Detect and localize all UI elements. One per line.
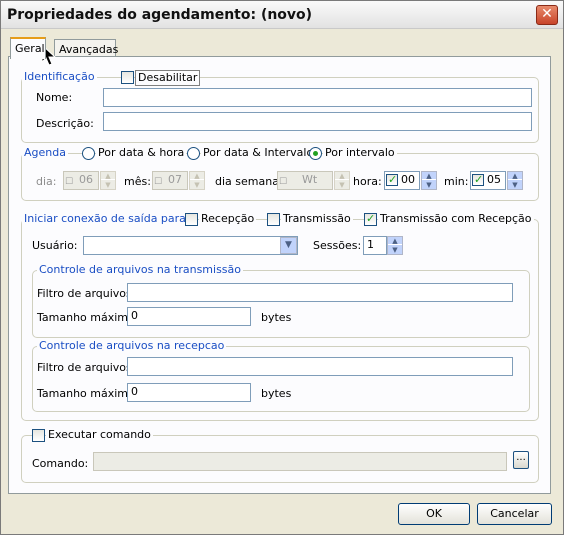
mes-input[interactable]: ☐ 07 (152, 171, 188, 190)
dia-semana-spinner[interactable]: ▲ ▼ (334, 171, 350, 190)
recepcao-control-legend: Controle de arquivos na recepcao (37, 339, 227, 353)
trans-rec-label[interactable]: Transmissão com Recepção (378, 212, 534, 226)
recepcao-tamanho-label: Tamanho máximo: (37, 387, 139, 400)
radio-por-intervalo-label[interactable]: Por intervalo (323, 146, 397, 160)
sessoes-label: Sessões: (313, 239, 362, 252)
hora-label: hora: (353, 175, 382, 188)
recepcao-filtro-input[interactable] (127, 357, 513, 376)
sessoes-input[interactable]: 1 (363, 236, 387, 255)
title-bar[interactable]: Propriedades do agendamento: (novo) ✕ (1, 1, 563, 29)
dia-input[interactable]: ☐ 06 (63, 171, 99, 190)
ok-button[interactable]: OK (398, 503, 470, 525)
agenda-legend: Agenda (22, 146, 68, 160)
conexao-group: Iniciar conexão de saída para: Recepção … (21, 212, 539, 421)
transmissao-tamanho-input[interactable]: 0 (127, 307, 251, 326)
transmissao-tamanho-label: Tamanho máximo: (37, 311, 139, 324)
radio-por-data-hora-label[interactable]: Por data & hora (96, 146, 187, 160)
disable-checkbox[interactable] (121, 71, 134, 84)
mes-label: mês: (124, 175, 151, 188)
transmissao-control-group: Controle de arquivos na transmissão Filt… (32, 263, 530, 338)
executar-group: Executar comando Comando: ... (21, 428, 539, 483)
dia-semana-label: dia semana: (215, 175, 283, 188)
cancel-button[interactable]: Cancelar (477, 503, 552, 525)
browse-button[interactable]: ... (513, 451, 529, 469)
tab-geral[interactable]: Geral (10, 37, 46, 59)
recepcao-checkbox[interactable] (185, 213, 198, 226)
descricao-input[interactable] (103, 112, 532, 131)
min-label: min: (444, 175, 469, 188)
transmissao-bytes-label: bytes (261, 311, 292, 324)
hora-spinner[interactable]: ▲ ▼ (421, 171, 437, 190)
recepcao-control-group: Controle de arquivos na recepcao Filtro … (32, 339, 530, 412)
sessoes-spinner[interactable]: ▲ ▼ (387, 236, 403, 255)
min-spinner[interactable]: ▲ ▼ (507, 171, 523, 190)
min-input[interactable]: ✓ 05 (470, 171, 506, 190)
recepcao-tamanho-input[interactable]: 0 (127, 383, 251, 402)
radio-por-intervalo[interactable] (309, 147, 322, 160)
tab-panel-geral: Identificação Desabilitar Nome: Descriçã… (8, 56, 551, 494)
recepcao-bytes-label: bytes (261, 387, 292, 400)
usuario-label: Usuário: (32, 239, 78, 252)
radio-por-data-intervalo-label[interactable]: Por data & Intervalo (201, 146, 316, 160)
transmissao-label[interactable]: Transmissão (281, 212, 353, 226)
trans-rec-checkbox[interactable]: ✓ (364, 212, 377, 226)
nome-label: Nome: (36, 91, 73, 104)
recepcao-filtro-label: Filtro de arquivos: (37, 361, 136, 374)
descricao-label: Descrição: (36, 117, 94, 130)
identificacao-legend: Identificação (22, 70, 97, 84)
executar-checkbox[interactable] (32, 429, 45, 442)
hora-checkbox[interactable]: ✓ (386, 173, 398, 186)
transmissao-filtro-input[interactable] (127, 283, 513, 302)
comando-label: Comando: (32, 457, 89, 470)
dialog-window: Propriedades do agendamento: (novo) ✕ Ge… (0, 0, 564, 535)
comando-input[interactable] (93, 452, 507, 471)
identificacao-group: Identificação Desabilitar Nome: Descriçã… (21, 70, 539, 143)
transmissao-checkbox[interactable] (267, 213, 280, 226)
recepcao-label[interactable]: Recepção (199, 212, 257, 226)
usuario-combo[interactable] (83, 236, 298, 255)
dia-spinner[interactable]: ▲ ▼ (100, 171, 116, 190)
close-button[interactable]: ✕ (536, 5, 558, 25)
hora-input[interactable]: ✓ 00 (384, 171, 420, 190)
radio-por-data-hora[interactable] (82, 147, 95, 160)
transmissao-filtro-label: Filtro de arquivos: (37, 287, 136, 300)
radio-por-data-intervalo[interactable] (187, 147, 200, 160)
mes-spinner[interactable]: ▲ ▼ (189, 171, 205, 190)
dia-label: dia: (36, 175, 57, 188)
disable-label[interactable]: Desabilitar (135, 70, 201, 86)
dia-semana-input[interactable]: ☐ Wt (277, 171, 333, 190)
window-title: Propriedades do agendamento: (novo) (7, 7, 313, 23)
usuario-dropdown-button[interactable]: ▼ (280, 237, 297, 254)
transmissao-control-legend: Controle de arquivos na transmissão (37, 263, 244, 277)
min-checkbox[interactable]: ✓ (472, 173, 484, 186)
agenda-group: Agenda Por data & hora Por data & Interv… (21, 146, 539, 201)
executar-label[interactable]: Executar comando (46, 428, 153, 442)
nome-input[interactable] (103, 88, 532, 107)
conexao-legend: Iniciar conexão de saída para: (22, 212, 192, 226)
